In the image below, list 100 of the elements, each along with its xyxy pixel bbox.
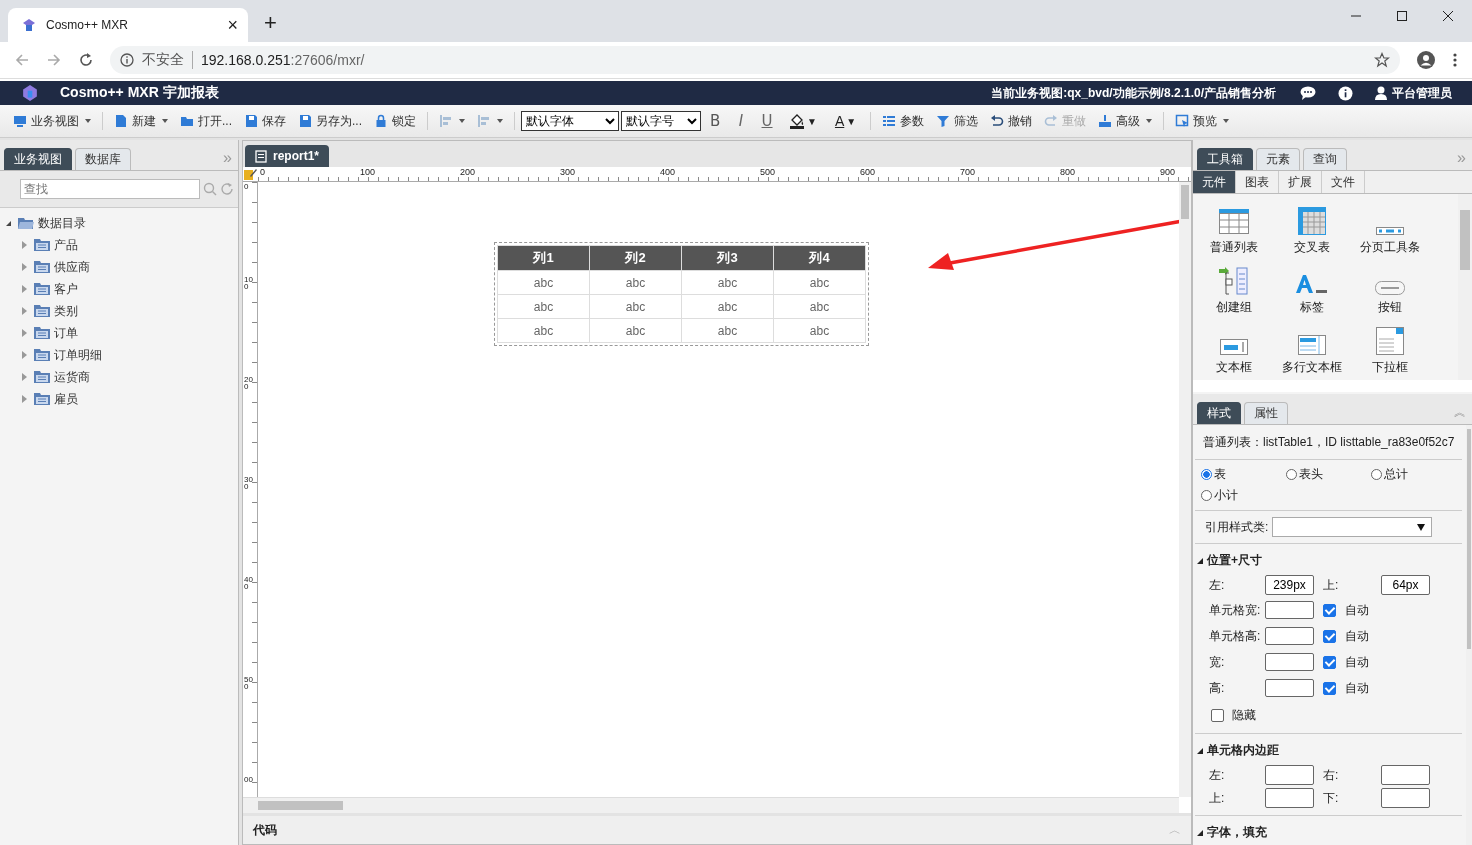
tree-item[interactable]: 客户 <box>22 278 238 300</box>
toolbar-button[interactable]: 预览 <box>1170 109 1235 133</box>
selected-table[interactable]: 列1 列2 列3 列4 abc abc abc abc abc abc abc abc abc abc abc abc <box>494 242 869 346</box>
back-icon[interactable] <box>14 52 30 68</box>
checkbox[interactable] <box>1323 681 1336 695</box>
scope-radio[interactable]: 小计 <box>1201 487 1287 504</box>
maximize-icon[interactable] <box>1396 10 1408 22</box>
tree-item[interactable]: 订单 <box>22 322 238 344</box>
toolbar-button[interactable]: 打开... <box>175 109 237 133</box>
address-field[interactable]: 不安全 192.168.0.251:27606/mxr/ <box>110 46 1400 74</box>
search-field[interactable]: 查找 <box>20 179 200 199</box>
menu-icon[interactable] <box>1452 52 1458 68</box>
input-field[interactable] <box>1265 679 1314 697</box>
tree-item[interactable]: 雇员 <box>22 388 238 410</box>
input-field[interactable] <box>1265 765 1314 785</box>
toolbox-item[interactable]: 普通列表 <box>1195 198 1273 258</box>
close-button[interactable]: × <box>227 14 238 36</box>
checkbox[interactable] <box>1323 603 1336 617</box>
font-color-button[interactable]: A <box>834 113 845 129</box>
font-select[interactable]: 默认字体 <box>521 111 620 131</box>
scrollbar[interactable] <box>243 797 1179 813</box>
toolbar-button[interactable]: 保存 <box>239 109 291 133</box>
text-label-icon <box>1296 275 1328 295</box>
category-tab[interactable]: 元件 <box>1193 171 1236 193</box>
info-icon[interactable] <box>1338 85 1353 101</box>
chat-icon[interactable] <box>1300 86 1316 100</box>
toolbar-button[interactable]: 业务视图 <box>8 109 96 133</box>
panel-tab[interactable]: 数据库 <box>75 148 131 170</box>
panel-tab[interactable]: 业务视图 <box>4 148 72 170</box>
toolbar-button[interactable]: 高级 <box>1093 109 1158 133</box>
input-field[interactable] <box>1381 788 1430 808</box>
new-tab-button[interactable]: + <box>264 10 277 36</box>
scope-radio[interactable]: 表头 <box>1286 466 1372 483</box>
tree-item[interactable]: 数据目录 <box>6 212 238 234</box>
reload-icon[interactable] <box>78 52 94 68</box>
paint-bucket-icon[interactable] <box>789 113 806 129</box>
category-tab[interactable]: 图表 <box>1236 171 1279 193</box>
toolbox-item[interactable]: 交叉表 <box>1273 198 1351 258</box>
scrollbar[interactable] <box>1179 182 1191 797</box>
panel-tab[interactable]: 样式 <box>1197 402 1241 424</box>
scope-radio[interactable]: 总计 <box>1371 466 1457 483</box>
format-button[interactable]: I <box>729 112 754 130</box>
toolbox-item[interactable]: 文本框 <box>1195 318 1273 378</box>
section-header[interactable]: 单元格内边距 <box>1195 734 1463 763</box>
tree-item[interactable]: 运货商 <box>22 366 238 388</box>
panel-tab[interactable]: 查询 <box>1303 148 1347 170</box>
panel-tab[interactable]: 工具箱 <box>1197 148 1253 170</box>
forward-icon[interactable] <box>46 52 62 68</box>
checkbox[interactable] <box>1211 709 1224 722</box>
input-field[interactable] <box>1381 765 1430 785</box>
account-icon[interactable] <box>1416 50 1436 70</box>
toolbox-item[interactable]: 创建组 <box>1195 258 1273 318</box>
input-field[interactable]: 64px <box>1381 575 1430 595</box>
scope-radio[interactable]: 表 <box>1201 466 1287 483</box>
input-field[interactable] <box>1265 788 1314 808</box>
category-tab[interactable]: 文件 <box>1322 171 1365 193</box>
toolbar-button[interactable]: 撤销 <box>985 109 1038 133</box>
toolbox-item[interactable]: 分页工具条 <box>1351 198 1429 258</box>
checkbox[interactable] <box>1323 655 1336 669</box>
category-tab[interactable]: 扩展 <box>1279 171 1322 193</box>
section-header[interactable]: 字体，填充 <box>1195 816 1463 845</box>
toolbox-item[interactable]: 多行文本框 <box>1273 318 1351 378</box>
tree-item[interactable]: 类别 <box>22 300 238 322</box>
toolbar-button[interactable]: 参数 <box>877 109 930 133</box>
input-field[interactable] <box>1265 627 1314 645</box>
tree-item[interactable]: 供应商 <box>22 256 238 278</box>
input-field[interactable] <box>1265 601 1314 619</box>
format-button[interactable]: U <box>755 112 780 130</box>
panel-tab[interactable]: 元素 <box>1256 148 1300 170</box>
tree-item[interactable]: 产品 <box>22 234 238 256</box>
close-icon[interactable] <box>1442 10 1454 22</box>
toolbox-item[interactable]: 下拉框 <box>1351 318 1429 378</box>
toolbar-button[interactable]: 锁定 <box>369 109 422 133</box>
filter-icon <box>936 114 951 128</box>
browser-tab[interactable]: Cosmo++ MXR × <box>8 8 248 42</box>
document-tab[interactable]: report1* <box>245 145 329 167</box>
fill-color-caret[interactable]: ▼ <box>807 115 817 127</box>
tree-item[interactable]: 订单明细 <box>22 344 238 366</box>
toolbox-item[interactable]: 标签 <box>1273 258 1351 318</box>
input-field[interactable] <box>1265 653 1314 671</box>
panel-tab[interactable]: 属性 <box>1244 402 1288 424</box>
scrollbar[interactable] <box>1458 194 1472 380</box>
checkbox[interactable] <box>1323 629 1336 643</box>
input-field[interactable]: 239px <box>1265 575 1314 595</box>
font-select[interactable]: 默认字号 <box>621 111 702 131</box>
style-class-select[interactable] <box>1272 517 1433 537</box>
field-label: 上: <box>1209 789 1226 807</box>
expander-icon[interactable] <box>6 220 11 226</box>
user-name[interactable]: 平台管理员 <box>1392 84 1452 102</box>
ruler-label: 500 <box>758 167 776 177</box>
toolbox-item[interactable]: 按钮 <box>1351 258 1429 318</box>
format-button[interactable]: B <box>703 112 728 130</box>
star-icon[interactable] <box>1374 52 1390 68</box>
toolbar-button[interactable]: 另存为... <box>293 109 368 133</box>
scrollbar[interactable] <box>1466 425 1472 845</box>
pencil-icon[interactable] <box>243 167 257 181</box>
font-color-caret[interactable]: ▼ <box>846 115 857 127</box>
toolbar-button[interactable]: 筛选 <box>931 109 984 133</box>
section-header[interactable]: 位置+尺寸 <box>1195 544 1463 573</box>
toolbar-button[interactable]: 新建 <box>109 109 173 133</box>
